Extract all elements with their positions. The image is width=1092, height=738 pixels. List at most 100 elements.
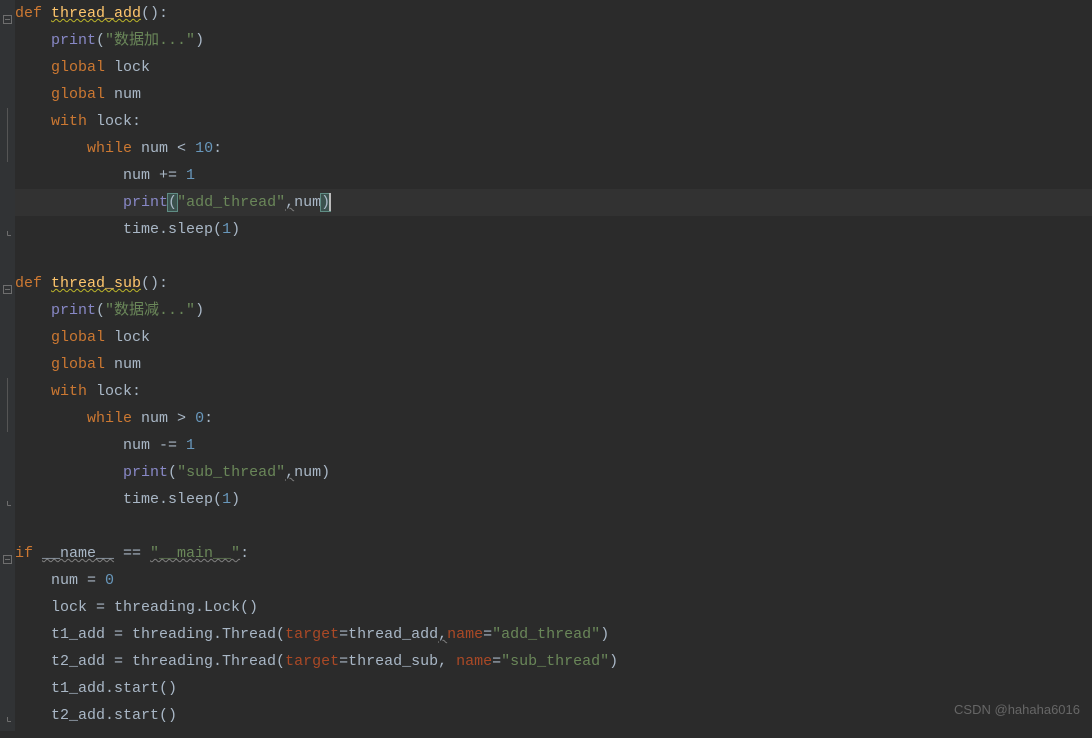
token-punct: , (285, 194, 294, 211)
code-line[interactable]: with lock: (15, 378, 1092, 405)
code-line[interactable]: def thread_add(): (15, 0, 1092, 27)
fold-marker-icon[interactable] (3, 135, 12, 162)
token-punct: , (285, 464, 294, 481)
token-num: 1 (186, 167, 195, 184)
token-param: name (456, 653, 492, 670)
token-punct: == (114, 545, 150, 562)
token-ident: num) (294, 464, 330, 481)
fold-marker-icon[interactable] (3, 225, 12, 234)
token-str: "数据减..." (105, 302, 195, 319)
code-line[interactable]: def thread_sub(): (15, 270, 1092, 297)
token-ident: num (294, 194, 321, 211)
code-line[interactable]: t1_add = threading.Thread(target=thread_… (15, 621, 1092, 648)
fold-marker-icon[interactable] (3, 495, 12, 504)
token-param: target (285, 653, 339, 670)
token-ident: num += (123, 167, 186, 184)
code-line[interactable]: lock = threading.Lock() (15, 594, 1092, 621)
token-ident: num = (51, 572, 105, 589)
token-ident: __name__ (42, 545, 114, 562)
code-line[interactable]: t2_add = threading.Thread(target=thread_… (15, 648, 1092, 675)
token-kw: with (51, 113, 96, 130)
token-ident: lock: (96, 383, 141, 400)
fold-marker-icon[interactable] (3, 549, 12, 558)
token-punct: : (213, 140, 222, 157)
token-ident: t1_add = threading.Thread( (51, 626, 285, 643)
token-ident: time.sleep( (123, 491, 222, 508)
code-line[interactable]: num = 0 (15, 567, 1092, 594)
code-line[interactable]: print("数据加...") (15, 27, 1092, 54)
fold-marker-icon[interactable] (3, 711, 12, 720)
fold-marker-icon[interactable] (3, 279, 12, 288)
token-punct: ( (168, 464, 177, 481)
code-line[interactable]: time.sleep(1) (15, 216, 1092, 243)
token-punct: ) (600, 626, 609, 643)
token-ident: num (114, 356, 141, 373)
token-punct: > (177, 410, 195, 427)
token-ident: lock (114, 329, 150, 346)
code-editor[interactable]: def thread_add(): print("数据加...") global… (15, 0, 1092, 729)
token-ident: num (141, 410, 177, 427)
token-num: 10 (195, 140, 213, 157)
token-ident: t2_add = threading.Thread( (51, 653, 285, 670)
token-kw: global (51, 86, 114, 103)
token-punct: (): (141, 275, 168, 292)
token-kw: def (15, 5, 51, 22)
token-num: 1 (222, 221, 231, 238)
code-line[interactable]: global lock (15, 54, 1092, 81)
code-line[interactable]: time.sleep(1) (15, 486, 1092, 513)
code-line[interactable]: global num (15, 81, 1092, 108)
token-str: "add_thread" (177, 194, 285, 211)
token-ident: num (114, 86, 141, 103)
token-ident: time.sleep( (123, 221, 222, 238)
token-ident: lock (114, 59, 150, 76)
fold-marker-icon[interactable] (3, 9, 12, 18)
token-param: target (285, 626, 339, 643)
token-ident: num -= (123, 437, 186, 454)
token-kw: global (51, 356, 114, 373)
code-line[interactable]: num -= 1 (15, 432, 1092, 459)
token-fn: thread_sub (51, 275, 141, 292)
token-ident: t2_add.start() (51, 707, 177, 724)
token-kw: global (51, 329, 114, 346)
token-ident: =thread_sub, (339, 653, 456, 670)
code-line[interactable]: while num < 10: (15, 135, 1092, 162)
code-line[interactable] (15, 243, 1092, 270)
token-punct: ) (609, 653, 618, 670)
token-punct: = (492, 653, 501, 670)
token-kw: def (15, 275, 51, 292)
token-param: name (447, 626, 483, 643)
code-line[interactable]: print("add_thread",num) (15, 189, 1092, 216)
code-line[interactable] (15, 513, 1092, 540)
token-str: "add_thread" (492, 626, 600, 643)
code-line[interactable]: t2_add.start() (15, 702, 1092, 729)
code-line[interactable]: global num (15, 351, 1092, 378)
token-str: "__main__" (150, 545, 240, 562)
token-ident: lock: (96, 113, 141, 130)
code-line[interactable]: while num > 0: (15, 405, 1092, 432)
token-punct: = (483, 626, 492, 643)
code-line[interactable]: print("数据减...") (15, 297, 1092, 324)
token-punct: ) (231, 221, 240, 238)
token-fn: thread_add (51, 5, 141, 22)
token-kw: while (87, 410, 141, 427)
code-line[interactable]: print("sub_thread",num) (15, 459, 1092, 486)
code-line[interactable]: with lock: (15, 108, 1092, 135)
token-str: "sub_thread" (177, 464, 285, 481)
token-ident: t1_add.start() (51, 680, 177, 697)
gutter (0, 0, 15, 731)
token-punct: : (240, 545, 249, 562)
cursor (329, 193, 331, 211)
token-punct: , (438, 626, 447, 643)
token-punct: ) (231, 491, 240, 508)
code-line[interactable]: num += 1 (15, 162, 1092, 189)
fold-marker-icon[interactable] (3, 108, 12, 135)
fold-marker-icon[interactable] (3, 405, 12, 432)
token-punct: ( (96, 302, 105, 319)
token-str: "数据加..." (105, 32, 195, 49)
code-line[interactable]: if __name__ == "__main__": (15, 540, 1092, 567)
code-line[interactable]: t1_add.start() (15, 675, 1092, 702)
token-punct: (): (141, 5, 168, 22)
fold-marker-icon[interactable] (3, 378, 12, 405)
token-kw: global (51, 59, 114, 76)
code-line[interactable]: global lock (15, 324, 1092, 351)
